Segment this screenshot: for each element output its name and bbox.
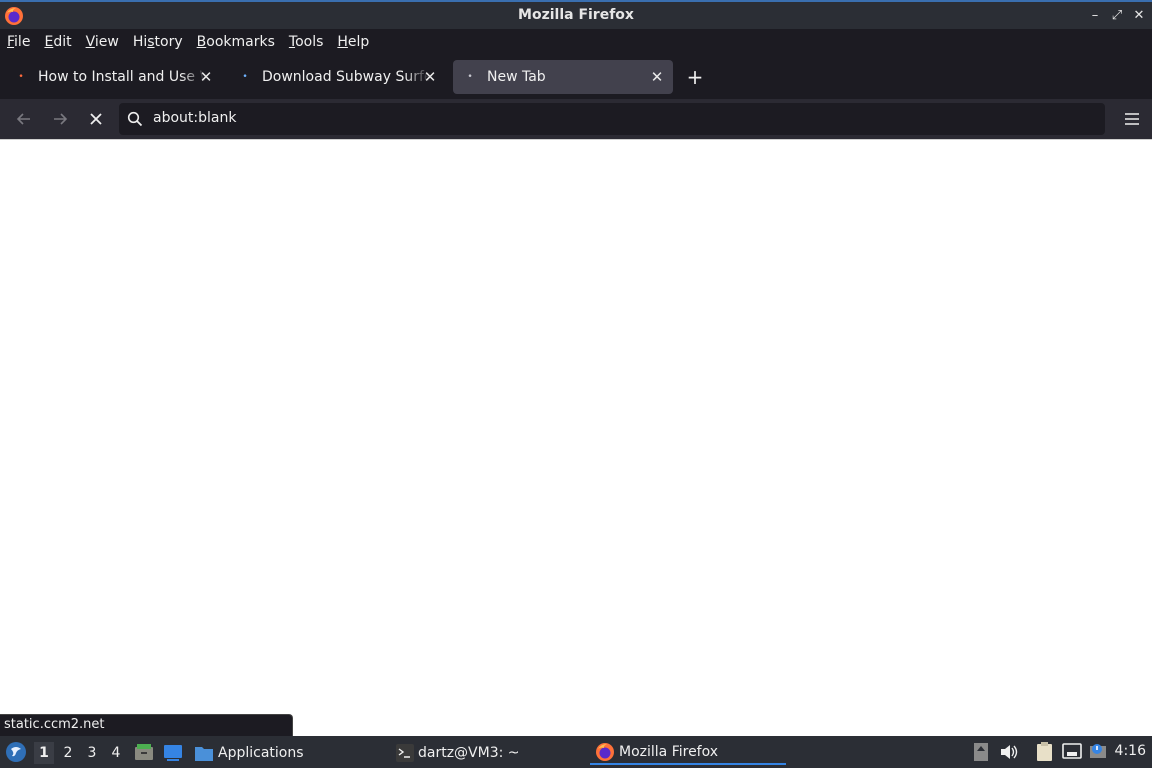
menu-tools[interactable]: Tools bbox=[289, 34, 324, 50]
page-loading-icon: • bbox=[467, 72, 473, 82]
folder-icon bbox=[195, 747, 213, 761]
menu-bookmarks[interactable]: Bookmarks bbox=[197, 34, 275, 50]
tab-new-tab[interactable]: • New Tab ✕ bbox=[453, 60, 673, 94]
menu-view[interactable]: View bbox=[86, 34, 119, 50]
workspace-1[interactable]: 1 bbox=[34, 742, 54, 764]
status-bar-link: static.ccm2.net bbox=[0, 714, 293, 736]
start-menu-icon[interactable] bbox=[5, 741, 27, 763]
new-tab-button[interactable]: + bbox=[684, 65, 706, 89]
network-icon[interactable] bbox=[1061, 742, 1083, 762]
applications-menu[interactable]: Applications bbox=[194, 741, 304, 765]
tab-strip: • How to Install and Use WinRAR ✕ • Down… bbox=[0, 55, 1152, 99]
workspace-4[interactable]: 4 bbox=[106, 742, 126, 764]
volume-icon[interactable] bbox=[998, 742, 1020, 762]
workspace-3[interactable]: 3 bbox=[82, 742, 102, 764]
close-icon[interactable]: ✕ bbox=[1132, 7, 1146, 23]
tab-close-icon[interactable]: ✕ bbox=[198, 68, 214, 86]
workspace-2[interactable]: 2 bbox=[58, 742, 78, 764]
url-bar[interactable]: about:blank bbox=[119, 103, 1105, 135]
back-button[interactable] bbox=[12, 107, 36, 131]
close-icon bbox=[90, 113, 102, 125]
file-manager-icon[interactable] bbox=[133, 742, 155, 762]
navigation-bar: about:blank bbox=[0, 99, 1152, 139]
tab-subway-surfers[interactable]: • Download Subway Surfers ✕ bbox=[228, 60, 446, 94]
updates-icon[interactable] bbox=[970, 742, 992, 762]
tab-label: How to Install and Use WinRAR bbox=[38, 69, 206, 85]
taskbar-firefox[interactable]: Mozilla Firefox bbox=[590, 741, 786, 765]
tab-label: New Tab bbox=[487, 69, 546, 85]
arrow-right-icon bbox=[54, 113, 68, 125]
minimize-icon[interactable]: – bbox=[1088, 7, 1102, 23]
stop-button[interactable] bbox=[84, 107, 108, 131]
window-titlebar: Mozilla Firefox – ⤢ ✕ bbox=[0, 0, 1152, 29]
show-desktop-icon[interactable] bbox=[162, 742, 184, 762]
taskbar: 1 2 3 4 Applications dartz@VM3: ~ Mozill… bbox=[0, 736, 1152, 768]
firefox-icon bbox=[596, 743, 614, 761]
arrow-left-icon bbox=[16, 113, 30, 125]
tab-close-icon[interactable]: ✕ bbox=[422, 68, 438, 86]
hamburger-menu-icon[interactable] bbox=[1124, 109, 1140, 129]
clock[interactable]: 4:16 bbox=[1115, 743, 1146, 759]
tab-winrar[interactable]: • How to Install and Use WinRAR ✕ bbox=[4, 60, 222, 94]
page-content[interactable] bbox=[0, 139, 1152, 736]
taskbar-terminal[interactable]: dartz@VM3: ~ bbox=[396, 741, 520, 765]
tab-close-icon[interactable]: ✕ bbox=[649, 68, 665, 86]
notification-icon[interactable] bbox=[1088, 742, 1110, 762]
terminal-label: dartz@VM3: ~ bbox=[418, 745, 520, 761]
menu-edit[interactable]: Edit bbox=[44, 34, 71, 50]
tab-label: Download Subway Surfers bbox=[262, 69, 430, 85]
maximize-icon[interactable]: ⤢ bbox=[1110, 7, 1124, 23]
url-input[interactable]: about:blank bbox=[153, 110, 236, 126]
terminal-icon bbox=[396, 744, 414, 762]
applications-label: Applications bbox=[218, 745, 304, 761]
menu-bar: File Edit View History Bookmarks Tools H… bbox=[0, 29, 1152, 55]
forward-button[interactable] bbox=[48, 107, 72, 131]
menu-help[interactable]: Help bbox=[337, 34, 369, 50]
page-loading-icon: • bbox=[18, 72, 24, 82]
search-icon bbox=[127, 111, 143, 127]
clipboard-icon[interactable] bbox=[1034, 742, 1056, 762]
window-title: Mozilla Firefox bbox=[518, 7, 634, 23]
menu-file[interactable]: File bbox=[7, 34, 30, 50]
page-loading-icon: • bbox=[242, 72, 248, 82]
menu-history[interactable]: History bbox=[133, 34, 183, 50]
firefox-label: Mozilla Firefox bbox=[619, 744, 719, 760]
